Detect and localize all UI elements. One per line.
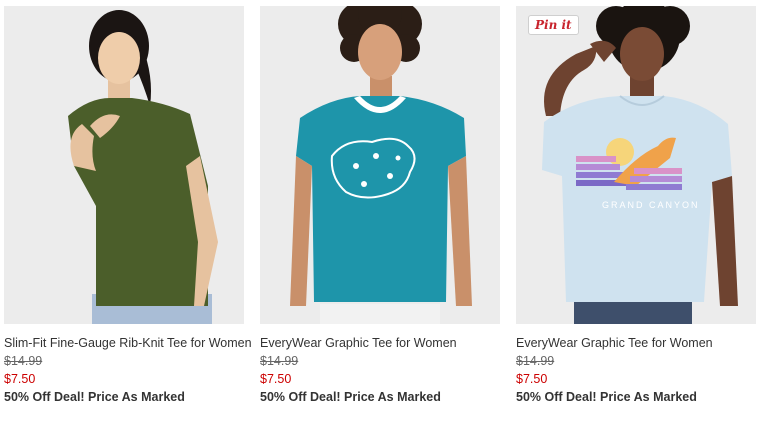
product-image[interactable] (260, 6, 500, 324)
promo-message: 50% Off Deal! Price As Marked (516, 390, 697, 404)
product-name-link[interactable]: EveryWear Graphic Tee for Women (260, 336, 457, 350)
product-name-link[interactable]: EveryWear Graphic Tee for Women (516, 336, 713, 350)
tee-graphic-text: GRAND CANYON (602, 200, 700, 210)
promo-message: 50% Off Deal! Price As Marked (4, 390, 185, 404)
model-photo (4, 6, 244, 324)
product-image[interactable]: GRAND CANYON Pin it (516, 6, 756, 324)
sale-price: $7.50 (4, 372, 36, 386)
product-image[interactable] (4, 6, 244, 324)
model-photo (260, 6, 500, 324)
promo-message: 50% Off Deal! Price As Marked (260, 390, 441, 404)
product-card: EveryWear Graphic Tee for Women $14.99 $… (260, 0, 507, 429)
original-price: $14.99 (4, 354, 43, 368)
product-name-link[interactable]: Slim-Fit Fine-Gauge Rib-Knit Tee for Wom… (4, 336, 252, 350)
product-grid: Slim-Fit Fine-Gauge Rib-Knit Tee for Wom… (0, 0, 759, 429)
model-photo: GRAND CANYON (516, 6, 756, 324)
sale-price: $7.50 (516, 372, 548, 386)
original-price: $14.99 (516, 354, 555, 368)
original-price: $14.99 (260, 354, 299, 368)
product-card: Slim-Fit Fine-Gauge Rib-Knit Tee for Wom… (4, 0, 252, 429)
sale-price: $7.50 (260, 372, 292, 386)
pin-it-button[interactable]: Pin it (528, 15, 579, 35)
product-card: GRAND CANYON Pin it EveryWear Graphic Te… (516, 0, 759, 429)
